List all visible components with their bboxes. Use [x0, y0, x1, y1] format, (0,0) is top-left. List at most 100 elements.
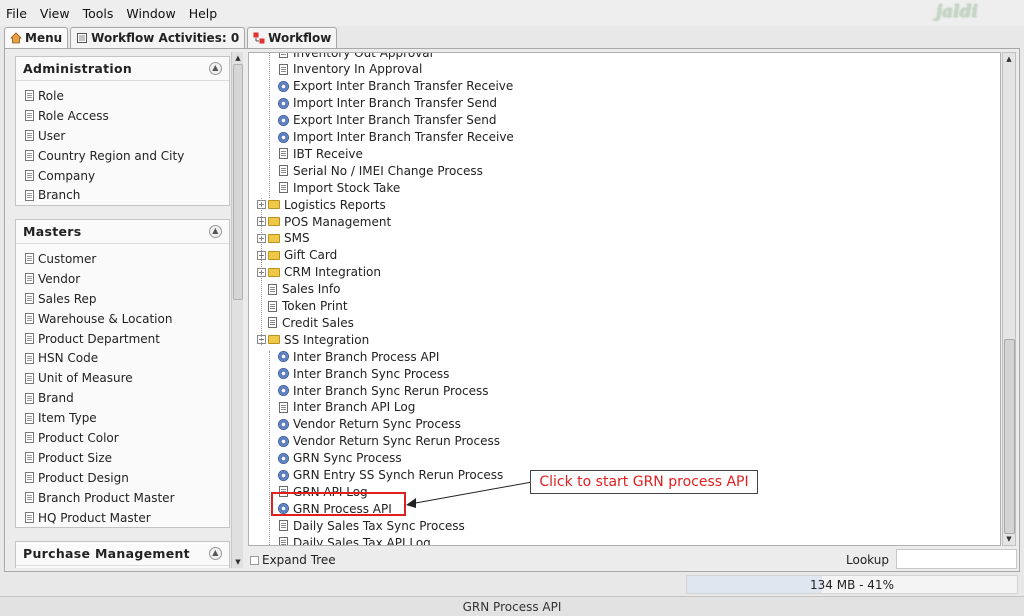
tree-item-label: Inventory Out Approval — [293, 52, 433, 60]
tree-item[interactable]: Daily Sales Tax API Log — [279, 534, 431, 546]
menu-item-product-size[interactable]: Product Size — [16, 448, 229, 468]
tree-item[interactable]: + CRM Integration — [257, 264, 381, 281]
collapse-icon[interactable]: ▲ — [209, 547, 222, 560]
tree-item[interactable]: Daily Sales Tax Sync Process — [279, 517, 465, 534]
document-icon — [25, 170, 34, 181]
menu-window[interactable]: Window — [126, 6, 175, 21]
menu-item-label: Warehouse & Location — [38, 311, 173, 326]
menu-item-role[interactable]: Role — [16, 86, 229, 106]
menu-item-country-region-city[interactable]: Country Region and City — [16, 146, 229, 166]
tree-item[interactable]: − SS Integration — [257, 331, 369, 348]
tree-item[interactable]: + Logistics Reports — [257, 196, 386, 213]
document-icon — [25, 150, 34, 162]
menu-item-warehouse-location[interactable]: Warehouse & Location — [16, 309, 229, 329]
tree-item[interactable]: Import Inter Branch Transfer Receive — [279, 129, 514, 146]
tree-item[interactable]: Credit Sales — [257, 314, 354, 331]
tree-item[interactable]: Export Inter Branch Transfer Receive — [279, 78, 513, 95]
lookup-input[interactable] — [896, 549, 1017, 569]
tree-item[interactable]: Sales Info — [257, 281, 340, 298]
menu-item-item-type[interactable]: Item Type — [16, 408, 229, 428]
collapse-icon[interactable]: ▲ — [209, 62, 222, 75]
tab-workflow[interactable]: Workflow — [247, 27, 338, 48]
tree-item-label: POS Management — [284, 214, 392, 229]
tree-item[interactable]: Inter Branch Process API — [279, 348, 439, 365]
document-icon — [279, 148, 288, 160]
gear-icon — [279, 386, 288, 395]
menu-tools[interactable]: Tools — [83, 6, 114, 21]
tree-item[interactable]: GRN Sync Process — [279, 450, 402, 467]
menu-item-label: Brand — [38, 391, 74, 406]
menu-item-sales-rep[interactable]: Sales Rep — [16, 289, 229, 309]
tree-item[interactable]: Inter Branch Sync Rerun Process — [279, 382, 489, 399]
menu-item-hq-product-master[interactable]: HQ Product Master — [16, 508, 229, 528]
section-header[interactable]: Purchase Management ▲ — [16, 542, 229, 566]
tree-item[interactable]: Import Stock Take — [279, 179, 400, 196]
tree-item[interactable]: Inter Branch API Log — [279, 399, 415, 416]
menu-view[interactable]: View — [40, 6, 70, 21]
menu-item-vendor[interactable]: Vendor — [16, 269, 229, 289]
menu-item-user[interactable]: User — [16, 126, 229, 146]
document-icon — [76, 32, 88, 44]
menu-item-branch[interactable]: Branch — [16, 185, 229, 205]
lookup-label: Lookup — [846, 553, 889, 567]
document-icon — [268, 317, 277, 329]
document-icon — [25, 372, 34, 384]
expand-tree-checkbox[interactable]: Expand Tree — [250, 553, 336, 567]
checkbox-icon[interactable] — [250, 555, 259, 565]
menu-file[interactable]: File — [6, 6, 27, 21]
menu-help[interactable]: Help — [189, 6, 218, 21]
menu-item-product-department[interactable]: Product Department — [16, 329, 229, 349]
scroll-down-icon[interactable]: ▼ — [232, 556, 244, 568]
tree-item-label: Daily Sales Tax API Log — [293, 535, 431, 546]
tree-item[interactable]: + POS Management — [257, 213, 391, 230]
menu-item-role-access[interactable]: Role Access — [16, 106, 229, 126]
tab-menu[interactable]: Menu — [4, 27, 69, 48]
tree-item[interactable]: Import Inter Branch Transfer Send — [279, 95, 497, 112]
menu-item-label: Sales Rep — [38, 291, 97, 306]
tree-item[interactable]: Serial No / IMEI Change Process — [279, 162, 483, 179]
menu-item-branch-product-master[interactable]: Branch Product Master — [16, 488, 229, 508]
scroll-up-icon[interactable]: ▲ — [232, 52, 244, 64]
expand-tree-label: Expand Tree — [262, 553, 336, 567]
tree-item[interactable]: IBT Receive — [279, 145, 363, 162]
tree-item[interactable]: Inter Branch Sync Process — [279, 365, 449, 382]
document-icon — [25, 189, 34, 201]
section-header[interactable]: Masters ▲ — [16, 220, 229, 244]
gear-icon — [279, 352, 288, 362]
menu-item-label: User — [38, 128, 66, 143]
collapse-icon[interactable]: ▲ — [209, 225, 222, 238]
section-title: Administration — [23, 61, 133, 76]
callout-arrow — [406, 481, 533, 508]
menu-item-customer[interactable]: Customer — [16, 249, 229, 269]
tree-item-label: Import Inter Branch Transfer Receive — [293, 130, 514, 144]
menu-item-company[interactable]: Company — [16, 166, 229, 186]
scroll-up-icon[interactable]: ▲ — [1003, 53, 1015, 65]
menu-item-hsn-code[interactable]: HSN Code — [16, 348, 229, 368]
tree-item[interactable]: Vendor Return Sync Process — [279, 416, 461, 433]
tree-item[interactable]: + SMS — [257, 230, 310, 247]
menu-item-product-color[interactable]: Product Color — [16, 428, 229, 448]
gear-icon — [279, 369, 288, 379]
memory-indicator[interactable]: 134 MB - 41% — [686, 575, 1018, 594]
section-header[interactable]: Administration ▲ — [16, 57, 229, 81]
tree-item[interactable]: Vendor Return Sync Rerun Process — [279, 433, 500, 450]
folder-icon — [268, 267, 280, 277]
menu-item-product-design[interactable]: Product Design — [16, 468, 229, 488]
grn-process-api-highlight — [271, 492, 406, 516]
menu-item-unit-of-measure[interactable]: Unit of Measure — [16, 368, 229, 388]
tree-item[interactable]: Token Print — [257, 298, 348, 315]
gear-icon — [279, 132, 288, 142]
scroll-down-icon[interactable]: ▼ — [1003, 533, 1015, 545]
tab-workflow-activities[interactable]: Workflow Activities: 0 — [70, 27, 246, 48]
tree-item[interactable]: Inventory Out Approval — [279, 52, 433, 61]
menu-item-brand[interactable]: Brand — [16, 388, 229, 408]
scrollbar-thumb[interactable] — [233, 64, 243, 300]
scrollbar-thumb[interactable] — [1004, 339, 1015, 534]
tree-scrollbar[interactable]: ▲ ▼ — [1002, 52, 1016, 546]
tree-item[interactable]: + Gift Card — [257, 247, 337, 264]
app-logo: jaldi — [936, 2, 978, 22]
tree-item[interactable]: Inventory In Approval — [279, 61, 422, 78]
tree-item[interactable]: Export Inter Branch Transfer Send — [279, 112, 497, 129]
menu-scrollbar[interactable]: ▲ ▼ — [231, 52, 243, 568]
document-icon — [25, 293, 34, 305]
